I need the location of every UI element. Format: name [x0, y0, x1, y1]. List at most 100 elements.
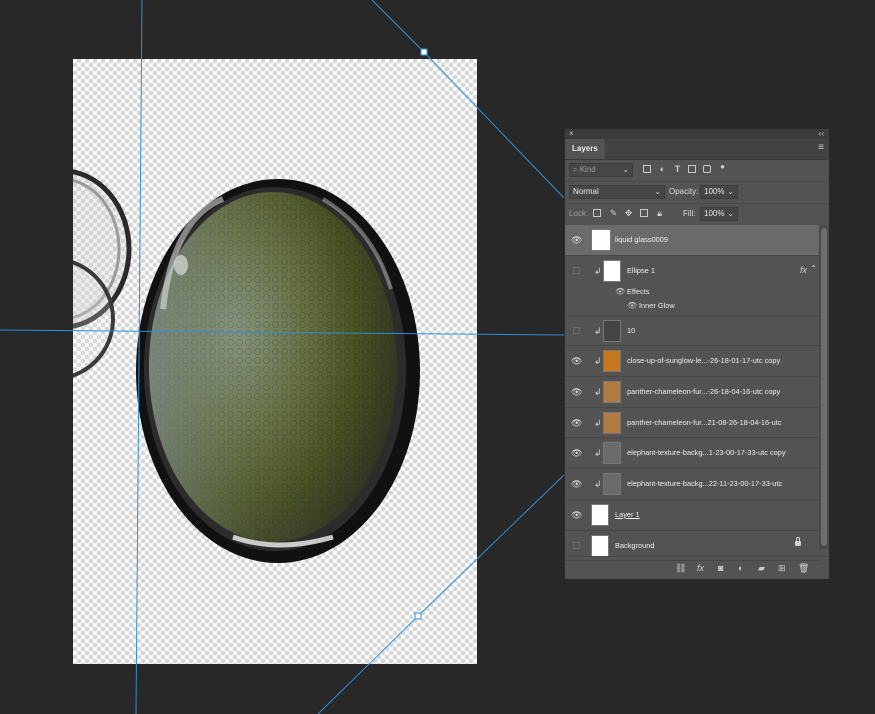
transform-handle-top[interactable] — [420, 48, 428, 56]
layer-name[interactable]: Background — [615, 540, 654, 552]
eye-icon[interactable]: 👁︎ — [615, 286, 625, 298]
layer-name[interactable]: elephant-texture-backg...22-11-23-00-17-… — [627, 478, 782, 490]
layer-thumbnail — [603, 259, 621, 282]
eye-icon[interactable]: 👁︎ — [571, 480, 582, 489]
filter-kind-select[interactable]: ⌕ Kind ⌄ — [569, 163, 633, 177]
collapse-panel-icon[interactable]: ‹‹ — [819, 129, 824, 139]
layer-row-10[interactable]: ↲ 10 — [565, 316, 819, 347]
layer-name[interactable]: Ellipse 1 — [627, 265, 655, 277]
adjustment-filter-icon[interactable]: ◐ — [658, 165, 667, 174]
chevron-up-icon[interactable]: ⌃ — [810, 264, 817, 273]
smart-object-filter-icon[interactable] — [703, 165, 711, 173]
chevron-down-icon: ⌄ — [727, 187, 734, 196]
document-canvas[interactable] — [73, 59, 477, 664]
search-icon: ⌕ — [573, 165, 578, 174]
visibility-toggle[interactable] — [573, 266, 580, 274]
lock-icon[interactable] — [795, 536, 801, 546]
add-mask-icon[interactable]: ◙ — [718, 563, 723, 573]
panel-title-bar[interactable]: × ‹‹ — [565, 129, 829, 139]
layer-row-liquid-glass[interactable]: 👁︎ liquid glass0009 — [565, 225, 819, 256]
lock-transparent-icon[interactable] — [593, 209, 601, 217]
clipping-arrow-icon: ↲ — [594, 325, 602, 336]
layer-thumbnail — [603, 319, 621, 342]
lock-artboard-icon[interactable] — [640, 209, 648, 217]
layer-name[interactable]: 10 — [627, 325, 635, 337]
fx-icon[interactable]: fx — [800, 265, 807, 275]
layers-bottom-toolbar: ⛓︎ fx ◙ ◐ ▰ ⊞ 🗑︎ — [565, 556, 829, 579]
fill-label: Fill: — [683, 209, 696, 218]
opacity-value: 100% — [704, 187, 725, 196]
liquid-glass-ellipse — [136, 179, 420, 563]
layer-list: 👁︎ liquid glass0009 ↲ Ellipse 1 fx ⌃ 👁︎ … — [565, 225, 819, 562]
layer-row-elephant[interactable]: 👁︎ ↲ elephant-texture-backg...22-11-23-0… — [565, 469, 819, 500]
lock-label: Lock: — [569, 209, 589, 218]
lock-position-icon[interactable]: ✥ — [624, 209, 633, 218]
inner-glow-row[interactable]: 👁︎ Inner Glow — [565, 300, 819, 314]
chevron-down-icon: ⌄ — [654, 187, 661, 196]
panel-menu-icon[interactable]: ≡ — [818, 143, 824, 153]
layer-name[interactable]: close-up-of-sunglow-le...-26-18-01-17-ut… — [627, 355, 780, 367]
opacity-field[interactable]: 100% ⌄ — [700, 185, 738, 199]
delete-layer-icon[interactable]: 🗑︎ — [798, 563, 809, 573]
layer-row-sunglow-copy[interactable]: 👁︎ ↲ close-up-of-sunglow-le...-26-18-01-… — [565, 346, 819, 378]
layer-row-panther-copy[interactable]: 👁︎ ↲ panther-chameleon-fur...-26-18-04-1… — [565, 377, 819, 408]
eye-icon[interactable]: 👁︎ — [571, 418, 582, 427]
layer-name[interactable]: panther-chameleon-fur...21-08-26-18-04-1… — [627, 417, 781, 429]
inner-glow-label: Inner Glow — [639, 300, 675, 310]
layer-row-panther[interactable]: 👁︎ ↲ panther-chameleon-fur...21-08-26-18… — [565, 408, 819, 439]
new-adjustment-icon[interactable]: ◐ — [738, 563, 743, 573]
layer-name[interactable]: panther-chameleon-fur...-26-18-04-16-utc… — [627, 386, 780, 398]
layer-thumbnail — [603, 381, 621, 404]
blend-mode-select[interactable]: Normal ⌄ — [569, 185, 665, 199]
visibility-toggle[interactable] — [573, 541, 580, 549]
layer-thumbnail — [603, 473, 621, 496]
link-layers-icon[interactable]: ⛓︎ — [675, 563, 686, 573]
layer-name[interactable]: elephant-texture-backg...1-23-00-17-33-u… — [627, 447, 786, 459]
chevron-down-icon: ⌄ — [622, 165, 629, 174]
eye-icon[interactable]: 👁︎ — [571, 510, 582, 519]
close-panel-icon[interactable]: × — [569, 129, 574, 139]
canvas-artwork — [73, 169, 420, 563]
filter-toggle-icon[interactable]: ● — [718, 162, 727, 171]
effects-label: Effects — [627, 286, 650, 296]
visibility-toggle[interactable] — [573, 326, 580, 334]
eye-icon[interactable]: 👁︎ — [627, 300, 637, 312]
filter-row: ⌕ Kind ⌄ ◐ T ● — [565, 160, 829, 182]
add-style-icon[interactable]: fx — [697, 563, 704, 573]
opacity-label: Opacity: — [669, 187, 699, 196]
eye-icon[interactable]: 👁︎ — [571, 357, 582, 366]
layer-row-elephant-copy[interactable]: 👁︎ ↲ elephant-texture-backg...1-23-00-17… — [565, 438, 819, 470]
layer-row-layer-1[interactable]: 👁︎ Layer 1 — [565, 500, 819, 531]
layers-scrollbar[interactable] — [819, 225, 829, 549]
lock-pixels-icon[interactable]: ✎ — [609, 209, 618, 218]
clipping-arrow-icon: ↲ — [594, 417, 602, 428]
fill-field[interactable]: 100% ⌄ — [700, 207, 738, 221]
eye-icon[interactable]: 👁︎ — [571, 236, 582, 245]
layer-thumbnail — [591, 534, 609, 557]
lock-row: Lock: ✎ ✥ 🔒︎ Fill: 100% ⌄ — [565, 204, 829, 226]
new-layer-icon[interactable]: ⊞ — [778, 563, 786, 573]
clipping-arrow-icon: ↲ — [594, 479, 602, 490]
blend-row: Normal ⌄ Opacity: 100% ⌄ — [565, 182, 829, 204]
tab-layers[interactable]: Layers — [565, 139, 605, 159]
clipping-arrow-icon: ↲ — [594, 387, 602, 398]
shape-filter-icon[interactable] — [688, 165, 696, 173]
eye-icon[interactable]: 👁︎ — [571, 388, 582, 397]
clipping-arrow-icon: ↲ — [594, 356, 602, 367]
layer-row-ellipse[interactable]: ↲ Ellipse 1 fx ⌃ 👁︎ Effects 👁︎ Inner Glo… — [565, 256, 819, 316]
clipping-arrow-icon: ↲ — [594, 448, 602, 459]
image-filter-icon[interactable] — [643, 165, 651, 173]
new-group-icon[interactable]: ▰ — [758, 563, 765, 573]
layer-name[interactable]: liquid glass0009 — [615, 234, 668, 246]
scrollbar-thumb[interactable] — [821, 228, 827, 546]
type-filter-icon[interactable]: T — [673, 165, 682, 174]
panel-tab-row: Layers ≡ — [565, 139, 829, 160]
layer-thumbnail — [603, 350, 621, 373]
lock-all-icon[interactable]: 🔒︎ — [655, 209, 664, 218]
eye-icon[interactable]: 👁︎ — [571, 449, 582, 458]
layers-panel: × ‹‹ Layers ≡ ⌕ Kind ⌄ ◐ T ● Normal ⌄ Op… — [564, 128, 830, 580]
effects-header-row[interactable]: 👁︎ Effects — [565, 286, 819, 300]
partial-glass-shape — [73, 169, 132, 378]
filter-kind-label: Kind — [579, 165, 596, 174]
layer-name[interactable]: Layer 1 — [615, 509, 640, 521]
